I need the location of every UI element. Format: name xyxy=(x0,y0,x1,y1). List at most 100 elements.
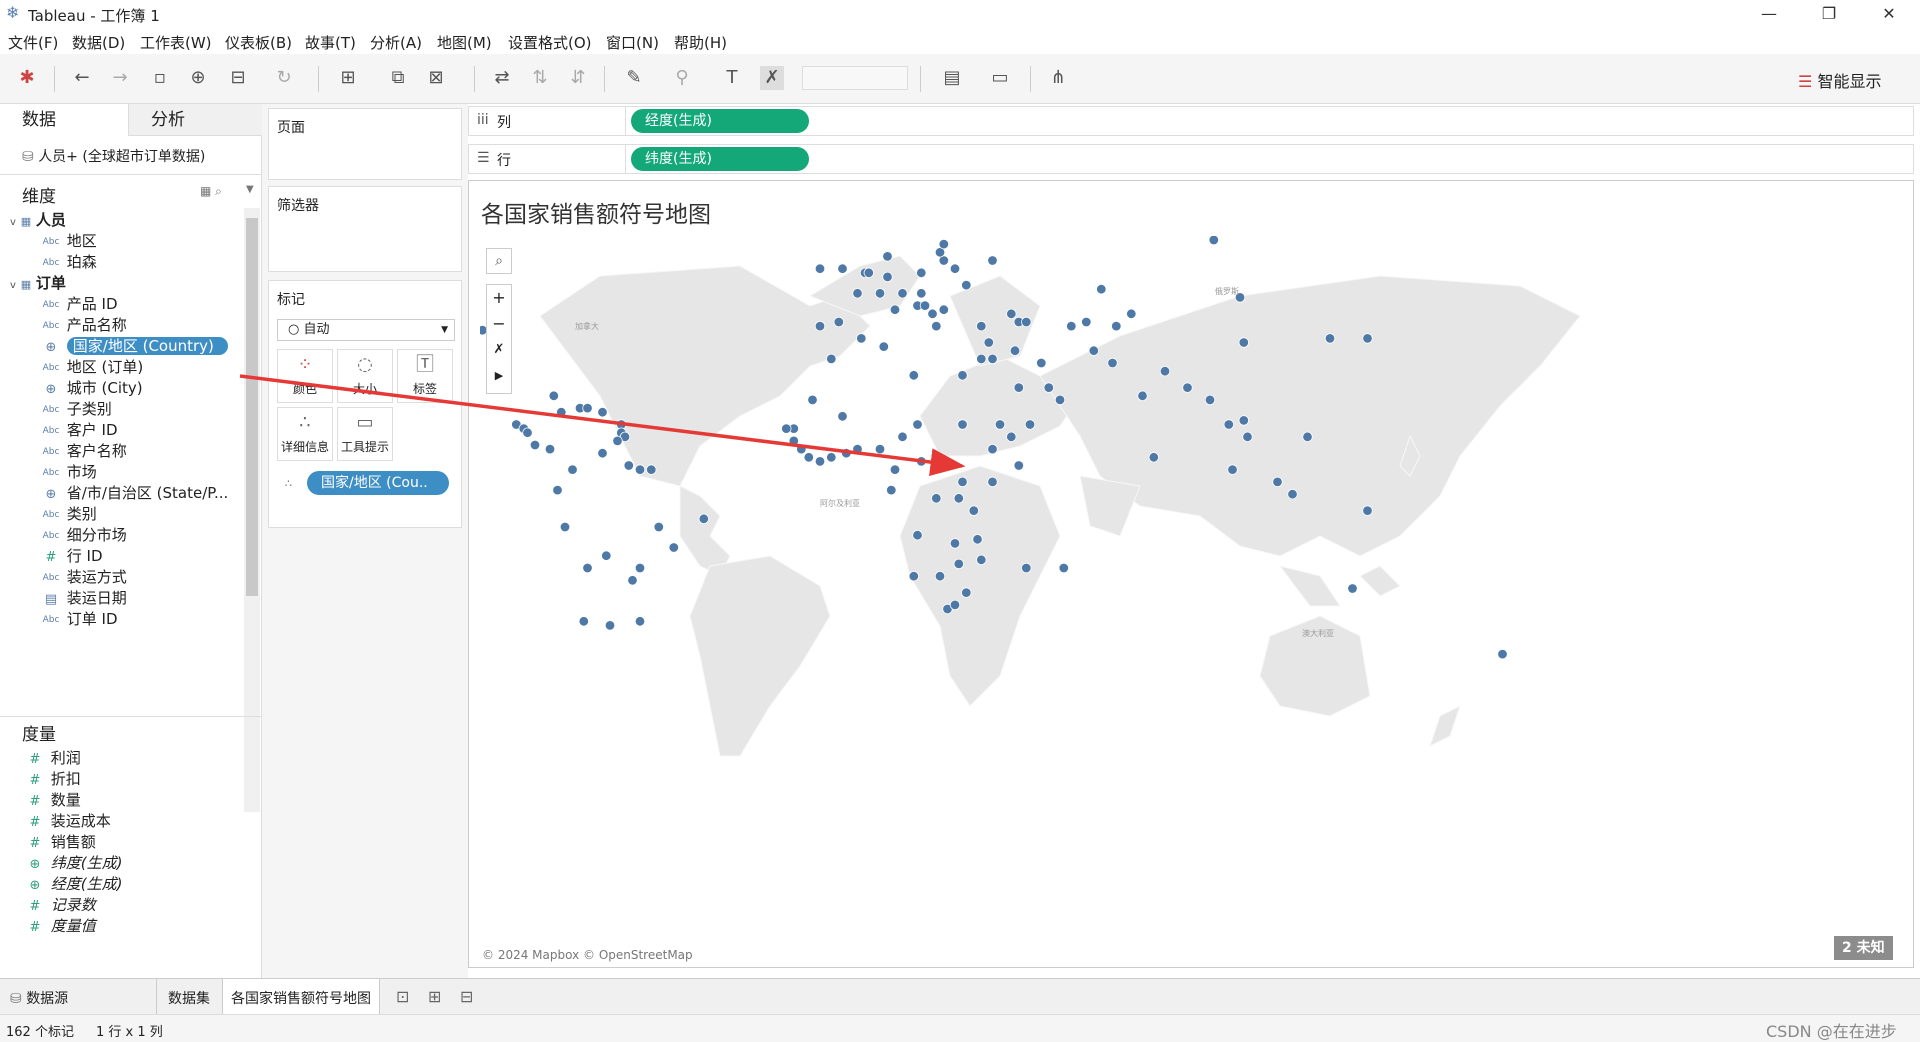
country-mark[interactable] xyxy=(1066,320,1077,332)
country-mark[interactable] xyxy=(807,394,818,406)
country-mark[interactable] xyxy=(1182,382,1193,393)
country-mark[interactable] xyxy=(1088,345,1100,356)
country-mark[interactable] xyxy=(1006,431,1017,443)
country-mark[interactable] xyxy=(556,406,567,418)
menu-data[interactable]: 数据(D) xyxy=(72,32,125,53)
detail-country-pill[interactable]: 国家/地区 (Cou.. xyxy=(307,471,449,495)
country-mark[interactable] xyxy=(634,464,646,475)
country-mark[interactable] xyxy=(976,353,987,365)
country-mark[interactable] xyxy=(1021,562,1032,574)
tab-analysis[interactable]: 分析 xyxy=(128,104,262,136)
country-mark[interactable] xyxy=(544,443,556,455)
group-icon[interactable]: ⚲ xyxy=(670,66,694,90)
country-mark[interactable] xyxy=(916,267,927,279)
country-mark[interactable] xyxy=(781,423,792,434)
new-dashboard-tab-icon[interactable]: ⊞ xyxy=(428,987,441,1006)
menu-format[interactable]: 设置格式(O) xyxy=(508,32,592,53)
country-mark[interactable] xyxy=(889,464,901,475)
new-worksheet-tab-icon[interactable]: ⊡ xyxy=(396,987,409,1006)
country-mark[interactable] xyxy=(814,320,826,332)
country-mark[interactable] xyxy=(627,575,638,586)
country-mark[interactable] xyxy=(957,370,968,381)
country-mark[interactable] xyxy=(841,447,852,459)
new-worksheet-icon[interactable]: ⊞ xyxy=(336,66,360,90)
pages-card[interactable]: 页面 xyxy=(268,108,462,180)
country-mark[interactable] xyxy=(897,431,908,443)
country-mark[interactable] xyxy=(548,390,560,402)
menu-file[interactable]: 文件(F) xyxy=(8,32,58,53)
presentation-icon[interactable]: ▭ xyxy=(988,66,1012,90)
country-mark[interactable] xyxy=(1223,419,1235,430)
country-mark[interactable] xyxy=(601,550,612,561)
dimension-field[interactable]: Abc 订单 ID xyxy=(40,607,118,631)
country-mark[interactable] xyxy=(1043,382,1055,393)
country-mark[interactable] xyxy=(878,341,890,352)
search-icon[interactable]: ▦ ⌕ xyxy=(200,184,222,199)
minimize-button[interactable]: — xyxy=(1746,2,1792,26)
country-mark[interactable] xyxy=(1111,320,1122,332)
country-mark[interactable] xyxy=(852,443,863,455)
country-mark[interactable] xyxy=(597,406,608,418)
rows-shelf[interactable]: ☰ 行 纬度(生成) xyxy=(468,144,1914,174)
country-mark[interactable] xyxy=(1006,308,1017,320)
country-mark[interactable] xyxy=(938,304,950,315)
country-mark[interactable] xyxy=(983,337,995,348)
datasource-item[interactable]: ⛁ 人员+ (全球超市订单数据) xyxy=(22,146,205,166)
country-mark[interactable] xyxy=(912,530,923,541)
dimensions-scrollbar[interactable] xyxy=(244,208,260,812)
country-mark[interactable] xyxy=(1024,419,1036,430)
country-mark[interactable] xyxy=(826,452,837,463)
country-mark[interactable] xyxy=(1013,460,1025,471)
viz-title[interactable]: 各国家销售额符号地图 xyxy=(481,195,711,229)
longitude-pill[interactable]: 经度(生成) xyxy=(631,109,809,133)
country-mark[interactable] xyxy=(931,320,942,332)
country-mark[interactable] xyxy=(559,521,571,533)
tab-symbol-map[interactable]: 各国家销售额符号地图 xyxy=(222,979,380,1015)
country-mark[interactable] xyxy=(529,439,541,451)
country-mark[interactable] xyxy=(949,599,961,611)
country-mark[interactable] xyxy=(889,304,901,315)
country-mark[interactable] xyxy=(1227,464,1238,475)
sort-desc-icon[interactable]: ⇵ xyxy=(566,66,590,90)
country-mark[interactable] xyxy=(957,419,968,430)
country-mark[interactable] xyxy=(634,562,646,574)
country-mark[interactable] xyxy=(987,255,998,266)
measure-field[interactable]: # 度量值 xyxy=(24,914,96,938)
country-mark[interactable] xyxy=(1159,365,1171,377)
menu-worksheet[interactable]: 工作表(W) xyxy=(140,32,212,53)
country-mark[interactable] xyxy=(916,288,927,299)
country-mark[interactable] xyxy=(949,263,961,274)
country-mark[interactable] xyxy=(1347,583,1358,594)
redo-icon[interactable]: → xyxy=(108,66,132,90)
pin-map-icon[interactable]: ✗ xyxy=(487,337,511,363)
country-mark[interactable] xyxy=(987,476,998,488)
country-mark[interactable] xyxy=(837,263,848,274)
country-mark[interactable] xyxy=(949,538,961,549)
country-mark[interactable] xyxy=(882,271,893,283)
color-button[interactable]: ⁘ 颜色 xyxy=(277,349,333,403)
country-mark[interactable] xyxy=(852,288,863,299)
fix-axes-icon[interactable]: ✗ xyxy=(760,66,784,90)
labels-icon[interactable]: T xyxy=(720,66,744,90)
datasource-tab[interactable]: ⛁ 数据源 xyxy=(10,988,68,1008)
restore-button[interactable]: ❐ xyxy=(1806,2,1852,26)
country-mark[interactable] xyxy=(814,263,826,274)
country-mark[interactable] xyxy=(567,464,578,475)
country-mark[interactable] xyxy=(874,288,886,299)
country-mark[interactable] xyxy=(934,452,946,463)
country-mark[interactable] xyxy=(919,300,931,311)
menu-help[interactable]: 帮助(H) xyxy=(674,32,727,53)
tab-data[interactable]: 数据 xyxy=(0,104,128,136)
map-search-icon[interactable]: ⌕ xyxy=(486,248,512,274)
pause-updates-icon[interactable]: ⊟ xyxy=(226,66,250,90)
menu-analysis[interactable]: 分析(A) xyxy=(370,32,422,53)
country-mark[interactable] xyxy=(987,443,998,455)
country-mark[interactable] xyxy=(987,353,998,365)
symbol-map[interactable]: 加拿大 阿尔及利亚 澳大利亚 俄罗斯 xyxy=(480,236,1910,964)
tableau-home-icon[interactable]: ✱ xyxy=(15,66,39,90)
country-mark[interactable] xyxy=(912,419,923,430)
country-mark[interactable] xyxy=(1081,316,1092,328)
country-mark[interactable] xyxy=(908,370,920,381)
country-mark[interactable] xyxy=(863,267,875,279)
country-mark[interactable] xyxy=(1013,382,1025,393)
